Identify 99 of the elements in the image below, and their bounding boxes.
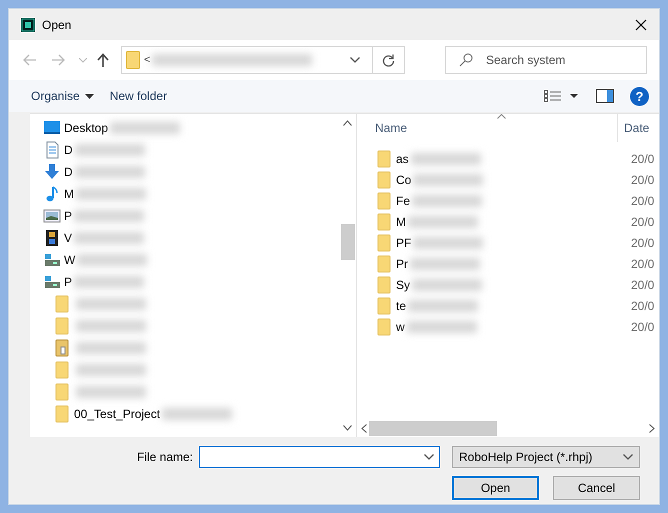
sort-caret-icon bbox=[497, 114, 506, 119]
file-name-label: File name: bbox=[136, 450, 193, 464]
blurred-text bbox=[74, 210, 144, 222]
view-options-icon[interactable] bbox=[544, 90, 580, 102]
file-name-field[interactable] bbox=[199, 446, 440, 468]
file-type-dropdown[interactable]: RoboHelp Project (*.rhpj) bbox=[452, 446, 640, 468]
cancel-button[interactable]: Cancel bbox=[553, 476, 640, 500]
blurred-text bbox=[74, 144, 145, 156]
blurred-text bbox=[74, 232, 144, 244]
date-cell: 20/0 bbox=[631, 214, 654, 228]
blurred-text bbox=[110, 122, 180, 134]
date-cell: 20/0 bbox=[631, 320, 654, 334]
close-icon[interactable] bbox=[635, 18, 647, 30]
blurred-text bbox=[408, 216, 478, 228]
scrollbar-thumb[interactable] bbox=[340, 224, 354, 260]
blurred-text bbox=[410, 258, 480, 270]
blurred-text bbox=[76, 342, 146, 354]
file-name[interactable]: te bbox=[396, 298, 406, 312]
file-name[interactable]: PF bbox=[396, 236, 412, 250]
column-header[interactable]: Date bbox=[618, 121, 650, 135]
file-name[interactable]: w bbox=[396, 320, 405, 334]
app-logo-icon bbox=[21, 18, 35, 32]
file-name[interactable]: Pr bbox=[396, 256, 408, 270]
folder-icon bbox=[375, 150, 393, 168]
blurred-text bbox=[76, 386, 146, 398]
chevron-down-icon[interactable] bbox=[424, 454, 434, 460]
folder-icon bbox=[375, 192, 393, 210]
folder-icon bbox=[375, 212, 393, 230]
caret-icon bbox=[84, 94, 94, 98]
help-button[interactable]: ? bbox=[630, 86, 649, 106]
folder-icon bbox=[375, 276, 393, 294]
network-drive-icon bbox=[43, 273, 61, 291]
blurred-text bbox=[412, 278, 482, 290]
picture-icon bbox=[43, 207, 61, 225]
blurred-text bbox=[77, 254, 148, 266]
date-cell: 20/0 bbox=[631, 278, 654, 292]
date-cell: 20/0 bbox=[631, 236, 654, 250]
blurred-text bbox=[413, 236, 484, 248]
folder-icon bbox=[126, 51, 140, 69]
date-cell: 20/0 bbox=[631, 152, 654, 166]
blurred-text bbox=[76, 188, 146, 200]
folder-icon bbox=[53, 339, 71, 357]
folder-icon bbox=[375, 234, 393, 252]
open-button[interactable]: Open bbox=[452, 476, 539, 500]
new-folder-button[interactable]: New folder bbox=[106, 85, 172, 107]
file-name[interactable]: M bbox=[396, 214, 406, 228]
folder-icon bbox=[53, 295, 71, 313]
blurred-text bbox=[74, 166, 145, 178]
blurred-text bbox=[76, 320, 146, 332]
item-label: W bbox=[64, 253, 76, 267]
folder-icon bbox=[53, 317, 71, 335]
blurred-text bbox=[410, 152, 481, 164]
blurred-text bbox=[162, 408, 232, 420]
item-label: 00_Test_Project bbox=[74, 407, 160, 421]
item-label: P bbox=[64, 209, 72, 223]
date-cell: 20/0 bbox=[631, 256, 654, 270]
address-bar[interactable]: < bbox=[121, 46, 405, 74]
file-name[interactable]: as bbox=[396, 152, 409, 166]
blurred-text bbox=[406, 320, 477, 332]
file-name[interactable]: Co bbox=[396, 172, 412, 186]
folder-icon bbox=[53, 405, 71, 423]
search-icon bbox=[459, 53, 473, 67]
item-label: V bbox=[64, 231, 72, 245]
preview-pane-icon[interactable] bbox=[596, 89, 614, 103]
scrollbar-thumb[interactable] bbox=[369, 421, 497, 436]
folder-icon bbox=[53, 383, 71, 401]
address-path: < bbox=[144, 54, 150, 66]
up-arrow-icon[interactable] bbox=[97, 53, 109, 67]
folder-icon bbox=[375, 170, 393, 188]
blurred-text bbox=[76, 364, 146, 376]
folder-icon bbox=[375, 254, 393, 272]
file-name[interactable]: Sy bbox=[396, 278, 410, 292]
organise-menu-button[interactable]: Organise bbox=[27, 85, 98, 107]
item-label: M bbox=[64, 187, 74, 201]
file-name[interactable]: Fe bbox=[396, 194, 410, 208]
film-strip-icon bbox=[43, 229, 61, 247]
item-label: Desktop bbox=[64, 121, 108, 135]
search-field[interactable]: Search system bbox=[445, 46, 647, 74]
blurred-text bbox=[412, 194, 482, 206]
network-drive-icon bbox=[43, 251, 61, 269]
blurred-text bbox=[76, 298, 146, 310]
blurred-text bbox=[413, 174, 484, 186]
chevron-down-icon bbox=[623, 454, 633, 460]
down-arrow-icon bbox=[43, 163, 61, 181]
date-cell: 20/0 bbox=[631, 194, 654, 208]
item-label: P bbox=[64, 275, 72, 289]
folder-icon bbox=[375, 296, 393, 314]
folder-icon bbox=[53, 361, 71, 379]
item-label: D bbox=[64, 165, 73, 179]
item-label: D bbox=[64, 143, 73, 157]
folder-icon bbox=[375, 318, 393, 336]
date-cell: 20/0 bbox=[631, 172, 654, 186]
chevron-down-icon[interactable] bbox=[350, 57, 360, 63]
column-header[interactable]: Name bbox=[375, 114, 618, 142]
date-cell: 20/0 bbox=[631, 298, 654, 312]
blurred-text bbox=[74, 276, 144, 288]
desktop-monitor-icon bbox=[43, 119, 61, 137]
blurred-text bbox=[408, 300, 478, 312]
window-title: Open bbox=[42, 18, 72, 32]
